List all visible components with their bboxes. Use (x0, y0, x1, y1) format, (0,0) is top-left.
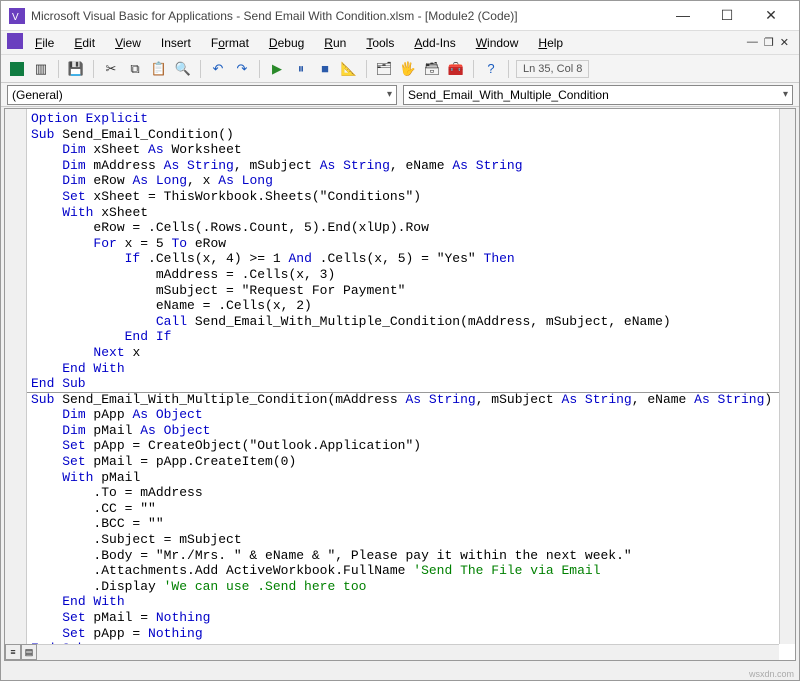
project-explorer-icon[interactable]: 🗂 (374, 59, 394, 79)
horizontal-scrollbar[interactable] (5, 644, 779, 660)
cut-icon[interactable]: ✂ (101, 59, 121, 79)
chevron-down-icon: ▾ (783, 89, 788, 100)
toolbox-icon[interactable]: 🧰 (446, 59, 466, 79)
separator (200, 60, 201, 78)
menu-debug[interactable]: Debug (261, 34, 312, 52)
menu-format[interactable]: Format (203, 34, 257, 52)
paste-icon[interactable]: 📋 (149, 59, 169, 79)
separator (366, 60, 367, 78)
window-title: Microsoft Visual Basic for Applications … (31, 9, 663, 23)
cursor-position: Ln 35, Col 8 (516, 60, 589, 78)
code-navigator: (General) ▾ Send_Email_With_Multiple_Con… (1, 83, 799, 107)
reset-icon[interactable]: ■ (315, 59, 335, 79)
vertical-scrollbar[interactable] (779, 109, 795, 644)
find-icon[interactable]: 🔍 (173, 59, 193, 79)
help-icon[interactable]: ? (481, 59, 501, 79)
menubar: File Edit View Insert Format Debug Run T… (1, 31, 799, 55)
separator (508, 60, 509, 78)
object-dropdown[interactable]: (General) ▾ (7, 85, 397, 105)
properties-icon[interactable]: 🖐 (398, 59, 418, 79)
close-button[interactable]: ✕ (757, 7, 785, 24)
insert-module-icon[interactable]: ▥ (31, 59, 51, 79)
vba-icon (7, 33, 23, 52)
object-dropdown-value: (General) (12, 88, 63, 102)
watermark: wsxdn.com (749, 669, 794, 679)
procedure-dropdown-value: Send_Email_With_Multiple_Condition (408, 88, 609, 102)
copy-icon[interactable]: ⧉ (125, 59, 145, 79)
menu-addins[interactable]: Add-Ins (406, 34, 463, 52)
maximize-button[interactable]: ☐ (713, 7, 741, 24)
menu-file[interactable]: File (27, 34, 62, 52)
design-mode-icon[interactable]: 📐 (339, 59, 359, 79)
procedure-dropdown[interactable]: Send_Email_With_Multiple_Condition ▾ (403, 85, 793, 105)
menu-insert[interactable]: Insert (153, 34, 199, 52)
redo-icon[interactable]: ↷ (232, 59, 252, 79)
save-icon[interactable]: 💾 (66, 59, 86, 79)
separator (93, 60, 94, 78)
toolbar: ▥ 💾 ✂ ⧉ 📋 🔍 ↶ ↷ ▶ ⏸ ■ 📐 🗂 🖐 🗃 🧰 ? Ln 35,… (1, 55, 799, 83)
view-selector: ≡ ▤ (5, 644, 37, 660)
menu-tools[interactable]: Tools (358, 34, 402, 52)
object-browser-icon[interactable]: 🗃 (422, 59, 442, 79)
view-excel-icon[interactable] (7, 59, 27, 79)
mdi-close-button[interactable]: ✕ (780, 36, 789, 49)
code-window: Option Explicit Sub Send_Email_Condition… (4, 108, 796, 661)
mdi-minimize-button[interactable]: — (747, 36, 758, 49)
undo-icon[interactable]: ↶ (208, 59, 228, 79)
margin-indicator-bar[interactable] (5, 109, 27, 660)
separator (259, 60, 260, 78)
app-icon: V (9, 8, 25, 24)
run-icon[interactable]: ▶ (267, 59, 287, 79)
menu-run[interactable]: Run (316, 34, 354, 52)
separator (58, 60, 59, 78)
menu-edit[interactable]: Edit (66, 34, 103, 52)
break-icon[interactable]: ⏸ (291, 59, 311, 79)
menu-window[interactable]: Window (468, 34, 527, 52)
full-module-view-button[interactable]: ▤ (21, 644, 37, 660)
titlebar: V Microsoft Visual Basic for Application… (1, 1, 799, 31)
separator (473, 60, 474, 78)
mdi-restore-button[interactable]: ❐ (764, 36, 774, 49)
minimize-button[interactable]: — (669, 7, 697, 24)
chevron-down-icon: ▾ (387, 89, 392, 100)
svg-text:V: V (12, 12, 19, 23)
code-editor[interactable]: Option Explicit Sub Send_Email_Condition… (27, 109, 795, 660)
procedure-view-button[interactable]: ≡ (5, 644, 21, 660)
menu-view[interactable]: View (107, 34, 149, 52)
menu-help[interactable]: Help (530, 34, 571, 52)
